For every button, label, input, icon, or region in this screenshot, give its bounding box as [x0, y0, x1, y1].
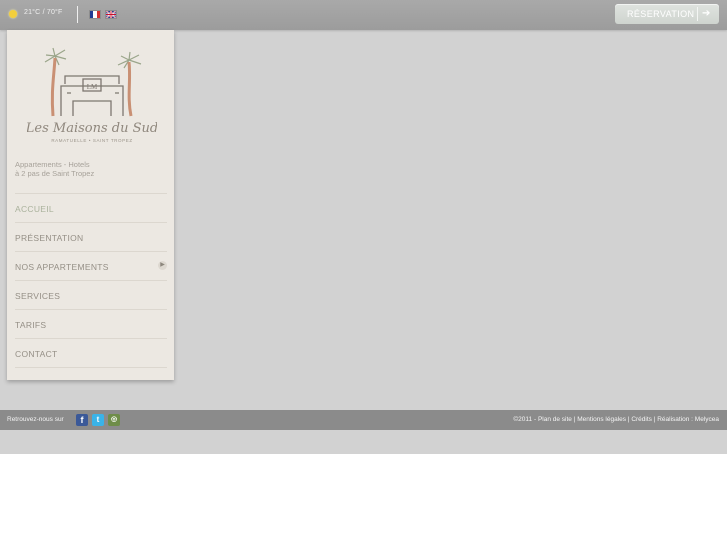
logo-graphic: LM Les Maisons du Sud RAMATUELLE • SAINT… — [25, 47, 158, 143]
flag-fr-icon[interactable] — [89, 10, 101, 19]
sun-icon — [9, 10, 17, 18]
menu-item-presentation[interactable]: PRÉSENTATION — [15, 222, 167, 251]
weather-readout: 21°C / 70°F — [24, 9, 63, 16]
flag-uk-icon[interactable] — [105, 10, 117, 19]
tagline-line-2: à 2 pas de Saint Tropez — [15, 168, 95, 178]
arrow-right-icon: ➔ — [702, 8, 711, 19]
reservation-button[interactable]: RÉSERVATION ➔ — [615, 4, 719, 24]
footer-link-mentions-legales[interactable]: Mentions légales — [577, 416, 626, 423]
menu-item-label: TARIFS — [15, 320, 47, 330]
menu-item-contact[interactable]: CONTACT — [15, 338, 167, 368]
footer-link-realisation[interactable]: Réalisation : Melycea — [657, 416, 719, 423]
tagline: Appartements - Hotels à 2 pas de Saint T… — [15, 160, 95, 178]
menu-item-accueil[interactable]: ACCUEIL — [15, 193, 167, 222]
reservation-divider — [697, 7, 698, 21]
page-background: 21°C / 70°F RÉSERVATION ➔ LM Les Maisons… — [0, 0, 727, 454]
footer-link-credits[interactable]: Crédits — [631, 416, 652, 423]
footer: Retrouvez-nous sur f t ◎ ©2011 - Plan de… — [0, 410, 727, 430]
menu-item-nos-appartements[interactable]: NOS APPARTEMENTS ▶ — [15, 251, 167, 280]
menu-item-services[interactable]: SERVICES — [15, 280, 167, 309]
menu-item-label: ACCUEIL — [15, 204, 54, 214]
footer-link-plan-de-site[interactable]: Plan de site — [538, 416, 572, 423]
main-menu: ACCUEIL PRÉSENTATION NOS APPARTEMENTS ▶ … — [15, 193, 167, 368]
copyright: ©2011 — [513, 416, 533, 423]
flag-fr-red — [96, 11, 100, 18]
menu-item-label: CONTACT — [15, 349, 58, 359]
menu-item-label: NOS APPARTEMENTS — [15, 262, 109, 272]
facebook-icon[interactable]: f — [76, 414, 88, 426]
logo-subtitle: RAMATUELLE • SAINT TROPEZ — [51, 138, 132, 143]
chevron-right-icon: ▶ — [158, 261, 167, 270]
top-bar: 21°C / 70°F RÉSERVATION ➔ — [0, 0, 727, 30]
reservation-label: RÉSERVATION — [627, 9, 695, 19]
logo[interactable]: LM Les Maisons du Sud RAMATUELLE • SAINT… — [25, 46, 158, 146]
follow-label: Retrouvez-nous sur — [7, 416, 64, 423]
menu-item-label: SERVICES — [15, 291, 61, 301]
logo-title: Les Maisons du Sud — [27, 121, 157, 136]
flag-uk-graphic — [106, 11, 116, 18]
menu-item-label: PRÉSENTATION — [15, 233, 84, 243]
sidebar: LM Les Maisons du Sud RAMATUELLE • SAINT… — [7, 30, 174, 380]
topbar-divider — [77, 6, 78, 23]
menu-item-tarifs[interactable]: TARIFS — [15, 309, 167, 338]
svg-text:LM: LM — [87, 83, 98, 91]
twitter-icon[interactable]: t — [92, 414, 104, 426]
footer-links: ©2011 - Plan de site | Mentions légales … — [513, 416, 719, 423]
tripadvisor-icon[interactable]: ◎ — [108, 414, 120, 426]
